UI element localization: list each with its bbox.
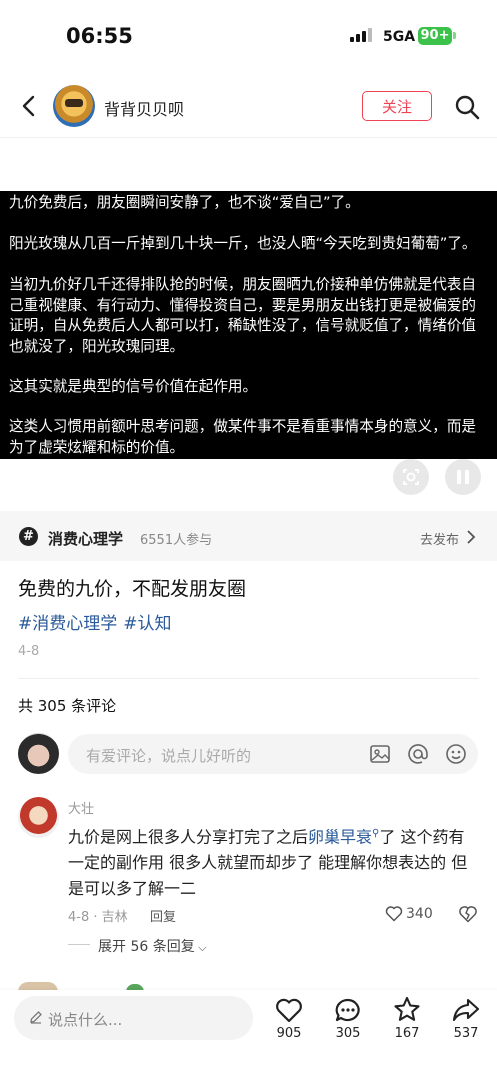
video-player[interactable]: 九价免费后，朋友圈瞬间安静了，也不谈“爱自己”了。 阳光玫瑰从几百一斤掉到几十块…: [0, 191, 497, 459]
search-icon[interactable]: [454, 94, 480, 120]
reply-button[interactable]: 回复: [150, 906, 176, 925]
divider: [18, 678, 479, 679]
comment-count: 共 305 条评论: [18, 697, 117, 715]
comment-meta: 4-8 · 吉林: [68, 910, 128, 925]
post-tags: #消费心理学 #认知: [18, 609, 178, 634]
comment-total: 305: [335, 1026, 361, 1041]
video-paragraph: 这类人习惯用前额叶思考问题，做某件事不是看重事情本身的意义，而是为了虚荣炫耀和标…: [9, 418, 477, 456]
expand-label: 展开 56 条回复: [98, 939, 195, 955]
my-avatar: [18, 733, 59, 774]
post-title: 免费的九价，不配发朋友圈: [18, 578, 247, 600]
favorite-total: 167: [394, 1026, 420, 1041]
divider: [68, 944, 90, 945]
pencil-icon: [30, 1011, 42, 1024]
comment-text-part: 九价是网上很多人分享打完了之后: [68, 827, 309, 847]
star-icon[interactable]: [393, 996, 421, 1022]
hashtag-icon: #: [19, 527, 38, 546]
mention-icon[interactable]: [407, 743, 429, 765]
comment-text[interactable]: 九价是网上很多人分享打完了之后卵巢早衰⚲了 这个药有一定的副作用 很多人就望而却…: [68, 821, 478, 902]
signal-icon: [350, 28, 376, 42]
expand-replies-button[interactable]: 展开 56 条回复 ⌵: [98, 936, 207, 956]
topic-publish-link[interactable]: 去发布: [420, 529, 459, 548]
emoji-icon[interactable]: [445, 743, 467, 765]
commenter-avatar[interactable]: [18, 797, 59, 838]
screenshot-button[interactable]: [393, 459, 429, 495]
topic-name[interactable]: 消费心理学: [48, 528, 123, 549]
say-something-placeholder[interactable]: 说点什么...: [48, 1009, 122, 1030]
video-paragraph: 九价免费后，朋友圈瞬间安静了，也不谈“爱自己”了。: [9, 194, 360, 211]
share-total: 537: [453, 1026, 479, 1041]
comment-input-placeholder[interactable]: 有爱评论，说点儿好听的: [86, 745, 251, 766]
battery-tip: [453, 32, 456, 39]
author-avatar[interactable]: [53, 85, 95, 127]
header-divider: [0, 137, 497, 138]
post-date: 4-8: [18, 644, 40, 659]
topic-participants: 6551人参与: [140, 533, 213, 548]
image-icon[interactable]: [369, 743, 391, 765]
follow-button[interactable]: 关注: [362, 91, 432, 121]
pause-icon: [457, 470, 461, 484]
battery-icon: 90+: [418, 27, 452, 45]
heart-icon[interactable]: [275, 997, 303, 1023]
tag-link[interactable]: #认知: [123, 614, 171, 634]
tag-link[interactable]: #消费心理学: [18, 614, 117, 634]
comment-icon[interactable]: [334, 997, 362, 1023]
back-arrow-icon[interactable]: [18, 94, 42, 118]
chevron-down-icon: ⌵: [194, 941, 207, 954]
share-icon[interactable]: [452, 997, 480, 1023]
like-total: 905: [276, 1026, 302, 1041]
video-paragraph: 当初九价好几千还得排队抢的时候，朋友圈晒九价接种单仿佛就是代表自己重视健康、有行…: [9, 276, 477, 355]
chevron-right-icon: [467, 530, 476, 544]
search-link[interactable]: 卵巢早衰: [308, 827, 372, 846]
screenshot-icon: [403, 469, 419, 485]
author-name[interactable]: 背背贝贝呗: [104, 96, 184, 120]
status-time: 06:55: [66, 24, 133, 48]
pause-icon: [465, 470, 469, 484]
like-count: 340: [406, 906, 433, 922]
commenter-name[interactable]: 大壮: [68, 798, 94, 817]
video-paragraph: 阳光玫瑰从几百一斤掉到几十块一斤，也没人晒“今天吃到贵妇葡萄”了。: [9, 235, 477, 252]
like-icon[interactable]: [385, 905, 403, 922]
dislike-icon[interactable]: [458, 905, 478, 923]
network-label: 5GA: [383, 29, 416, 45]
pause-button[interactable]: [445, 459, 481, 495]
video-paragraph: 这其实就是典型的信号价值在起作用。: [9, 378, 258, 395]
